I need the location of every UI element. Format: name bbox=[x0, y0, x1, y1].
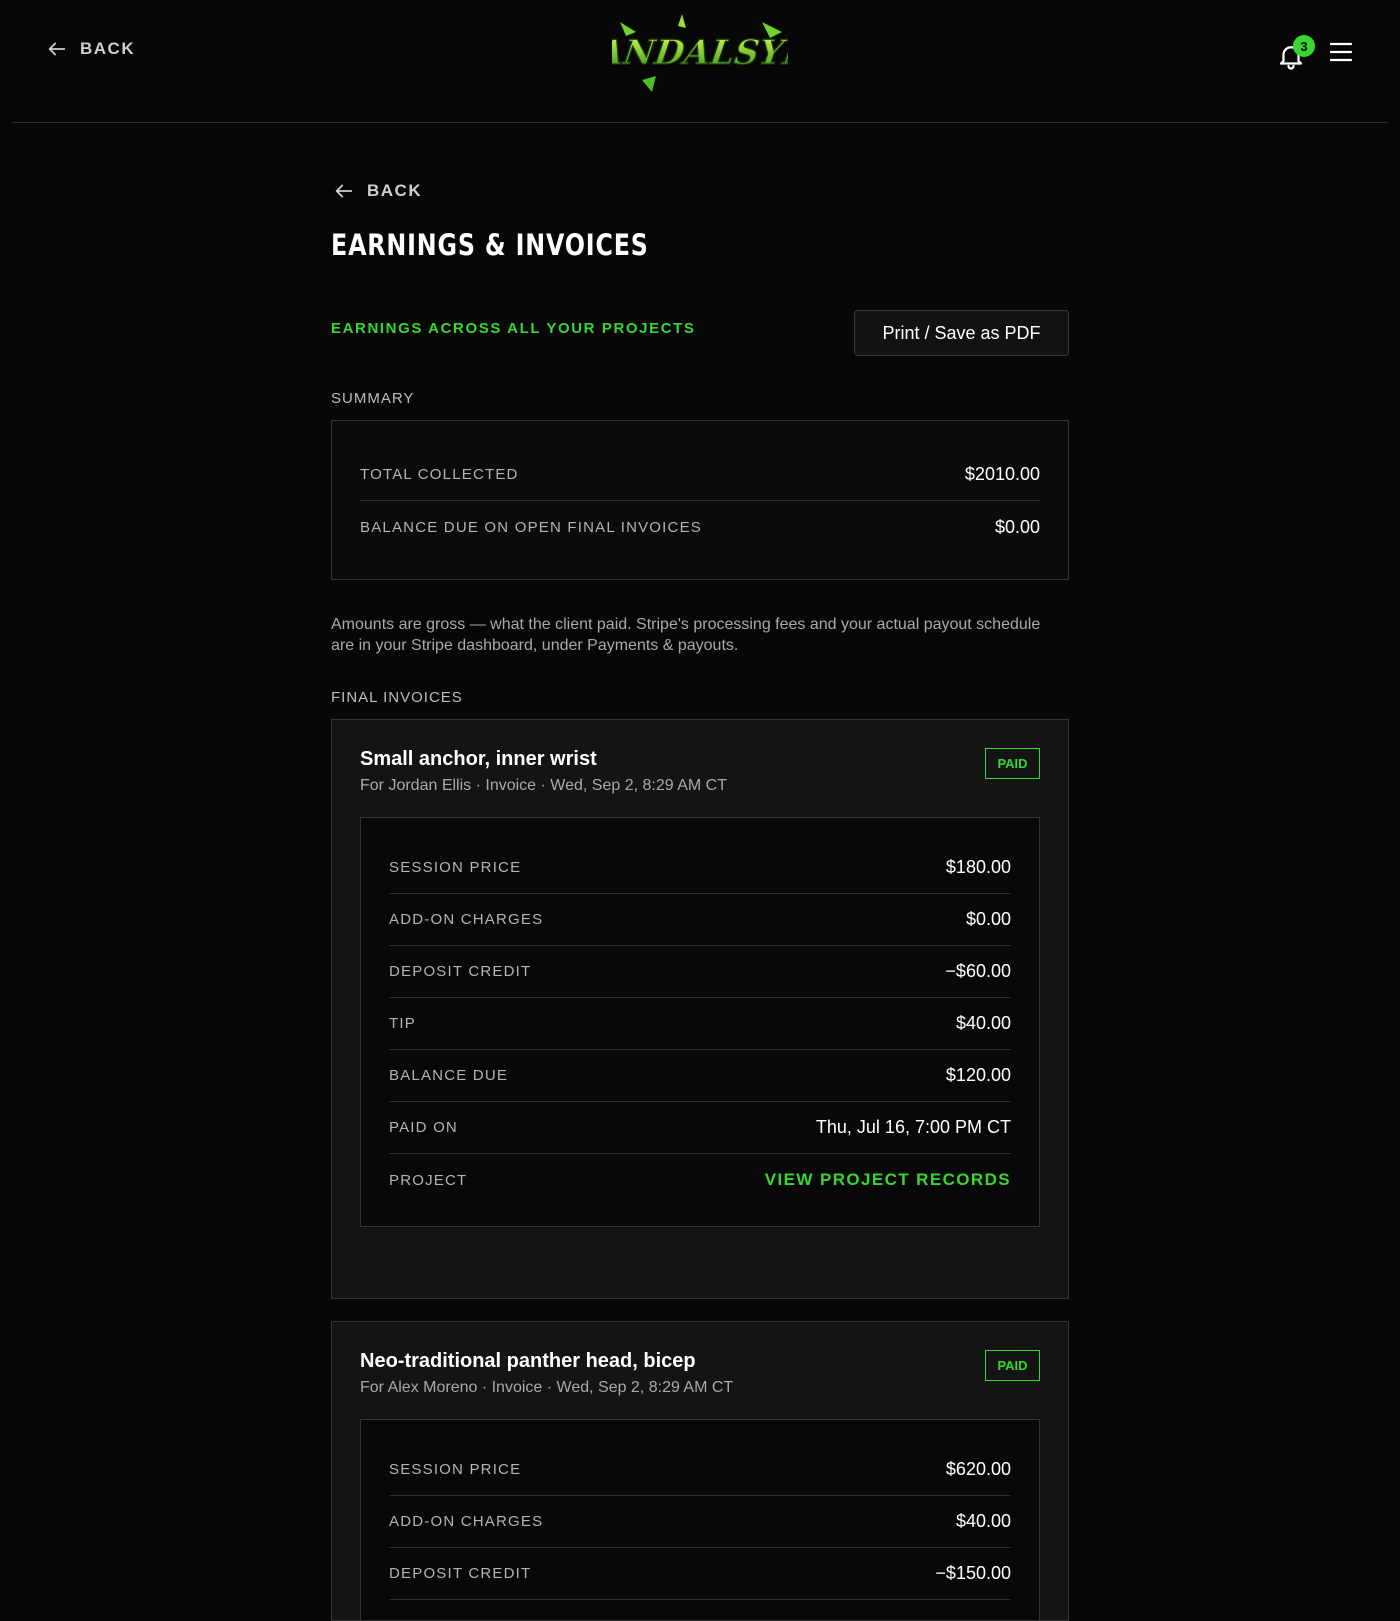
invoice-meta: For Alex Moreno · Invoice · Wed, Sep 2, … bbox=[360, 1379, 734, 1396]
invoice-row-value: −$60.00 bbox=[945, 961, 1011, 981]
invoice-row-value: $620.00 bbox=[945, 1459, 1011, 1479]
summary-row: BALANCE DUE ON OPEN FINAL INVOICES $0.00 bbox=[360, 501, 1040, 553]
invoice-row-label: DEPOSIT CREDIT bbox=[389, 963, 532, 980]
menu-icon[interactable] bbox=[1330, 42, 1352, 62]
invoice-row: DEPOSIT CREDIT −$60.00 bbox=[389, 946, 1011, 998]
page-back-label: BACK bbox=[367, 181, 423, 200]
invoice-row-label: SESSION PRICE bbox=[389, 859, 522, 876]
invoice-row-value: $180.00 bbox=[945, 857, 1011, 877]
invoice-row-value: $40.00 bbox=[955, 1013, 1011, 1033]
invoice-meta: For Jordan Ellis · Invoice · Wed, Sep 2,… bbox=[360, 777, 727, 794]
invoice-title: Neo-traditional panther head, bicep bbox=[360, 1350, 696, 1372]
summary-box: TOTAL COLLECTED $2010.00 BALANCE DUE ON … bbox=[331, 420, 1069, 580]
header-back-label: BACK bbox=[80, 39, 136, 58]
invoice-row: SESSION PRICE $620.00 bbox=[389, 1444, 1011, 1496]
invoice-row-value: $0.00 bbox=[965, 909, 1011, 929]
status-badge: PAID bbox=[985, 1350, 1040, 1381]
status-badge: PAID bbox=[985, 748, 1040, 779]
page-back-button[interactable]: BACK bbox=[333, 180, 422, 202]
invoice-row-label: SESSION PRICE bbox=[389, 1461, 522, 1478]
invoice-row: BALANCE DUE $120.00 bbox=[389, 1050, 1011, 1102]
arrow-left-icon bbox=[48, 42, 66, 56]
summary-label: SUMMARY bbox=[331, 390, 415, 407]
invoice-details: SESSION PRICE $180.00 ADD-ON CHARGES $0.00… bbox=[360, 817, 1040, 1227]
summary-row-label: TOTAL COLLECTED bbox=[360, 466, 519, 483]
invoice-row-label: DEPOSIT CREDIT bbox=[389, 1565, 532, 1582]
notification-badge: 3 bbox=[1293, 35, 1315, 57]
vandalsyn-logo[interactable]: VANDALSYN bbox=[612, 10, 788, 94]
invoice-row-label: PROJECT bbox=[389, 1171, 468, 1189]
summary-row-value: $0.00 bbox=[994, 516, 1040, 537]
invoice-title: Small anchor, inner wrist bbox=[360, 748, 597, 770]
summary-row-value: $2010.00 bbox=[964, 464, 1040, 484]
invoice-row: PROJECT VIEW PROJECT RECORDS bbox=[389, 1154, 1011, 1206]
invoice-row-value: $40.00 bbox=[955, 1511, 1011, 1531]
invoice-details: SESSION PRICE $620.00 ADD-ON CHARGES $40.0… bbox=[360, 1419, 1040, 1620]
print-save-pdf-button[interactable]: Print / Save as PDF bbox=[854, 310, 1069, 356]
header-back-button[interactable]: BACK bbox=[46, 38, 135, 60]
invoice-row-label: ADD-ON CHARGES bbox=[389, 1513, 544, 1530]
svg-text:VANDALSYN: VANDALSYN bbox=[612, 33, 788, 73]
invoice-row: ADD-ON CHARGES $40.00 bbox=[389, 1496, 1011, 1548]
summary-row: TOTAL COLLECTED $2010.00 bbox=[360, 449, 1040, 501]
invoice-row-value: Thu, Jul 16, 7:00 PM CT bbox=[815, 1117, 1011, 1137]
invoice-row-label: TIP bbox=[389, 1015, 416, 1032]
summary-row-label: BALANCE DUE ON OPEN FINAL INVOICES bbox=[360, 518, 702, 536]
arrow-left-icon bbox=[335, 184, 353, 198]
invoice-row: ADD-ON CHARGES $0.00 bbox=[389, 894, 1011, 946]
final-invoices-label: FINAL INVOICES bbox=[331, 689, 463, 706]
invoice-row-label: BALANCE DUE bbox=[389, 1067, 509, 1084]
header-divider bbox=[12, 122, 1388, 123]
invoice-row-label: PAID ON bbox=[389, 1119, 458, 1136]
invoice-card: Neo-traditional panther head, bicep For … bbox=[331, 1321, 1069, 1621]
invoice-row: PAID ON Thu, Jul 16, 7:00 PM CT bbox=[389, 1102, 1011, 1154]
page-title: EARNINGS & INVOICES bbox=[331, 228, 649, 262]
invoice-row-value: $120.00 bbox=[945, 1065, 1011, 1085]
invoice-row: SESSION PRICE $180.00 bbox=[389, 842, 1011, 894]
invoice-row: TIP $40.00 bbox=[389, 998, 1011, 1050]
invoice-row-value: −$150.00 bbox=[935, 1563, 1011, 1583]
gross-amounts-note: Amounts are gross — what the client paid… bbox=[331, 616, 1041, 654]
invoice-row-label: ADD-ON CHARGES bbox=[389, 911, 544, 928]
invoice-row: DEPOSIT CREDIT −$150.00 bbox=[389, 1548, 1011, 1600]
invoice-card: Small anchor, inner wrist For Jordan Ell… bbox=[331, 719, 1069, 1299]
view-project-records-link[interactable]: VIEW PROJECT RECORDS bbox=[765, 1170, 1011, 1190]
page-subtitle: EARNINGS ACROSS ALL YOUR PROJECTS bbox=[331, 320, 696, 337]
top-bar: BACK VANDALSYN 3 bbox=[0, 0, 1400, 124]
